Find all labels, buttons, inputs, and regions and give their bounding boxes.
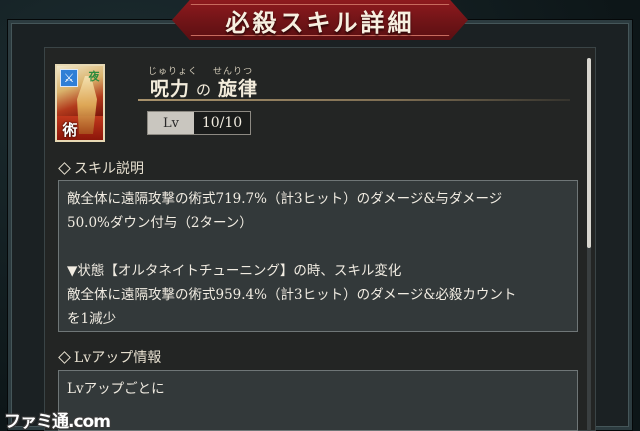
level-value: 10/10	[194, 112, 250, 134]
page-title: 必殺スキル詳細	[225, 7, 415, 37]
diamond-bullet-icon	[58, 162, 70, 174]
levelup-heading-text: Lvアップ情報	[74, 350, 162, 366]
skill-name-part-2: 旋律	[218, 78, 259, 100]
levelup-box: Lvアップごとに	[58, 370, 578, 431]
skill-name-part-1: 呪力	[150, 78, 191, 100]
type-kanji-badge: 術	[62, 120, 78, 139]
skill-name-particle: の	[196, 81, 213, 99]
description-box: 敵全体に遠隔攻撃の術式719.7%（計3ヒット）のダメージ&与ダメージ 50.0…	[58, 180, 578, 332]
description-heading: スキル説明	[58, 158, 144, 178]
sword-icon: ⚔	[60, 69, 78, 87]
description-line: ▼状態【オルタネイトチューニング】の時、スキル変化	[67, 263, 402, 279]
skill-name: 呪力の旋律	[150, 74, 258, 101]
description-line: 敵全体に遠隔攻撃の術式959.4%（計3ヒット）のダメージ&必殺カウント	[67, 287, 517, 303]
skill-icon: ⚔ 夜 術	[55, 64, 105, 142]
description-line: 敵全体に遠隔攻撃の術式719.7%（計3ヒット）のダメージ&与ダメージ	[67, 191, 503, 207]
corner-kanji-badge: 夜	[88, 70, 100, 83]
level-label: Lv	[148, 112, 194, 134]
diamond-bullet-icon	[58, 351, 70, 363]
levelup-line: Lvアップごとに	[67, 381, 165, 397]
watermark-logo: ファミ通.com	[4, 412, 111, 431]
description-line: を1減少	[67, 311, 117, 327]
skill-detail-screen: 必殺スキル詳細 ⚔ 夜 術 じゅりょく せんりつ 呪力の旋律 Lv 10/10 …	[0, 0, 640, 431]
skill-level: Lv 10/10	[147, 111, 251, 135]
description-heading-text: スキル説明	[74, 161, 144, 177]
scrollbar-thumb[interactable]	[587, 58, 591, 248]
title-divider	[138, 99, 570, 101]
description-line: 50.0%ダウン付与（2ターン）	[67, 215, 253, 231]
levelup-heading: Lvアップ情報	[58, 347, 161, 367]
